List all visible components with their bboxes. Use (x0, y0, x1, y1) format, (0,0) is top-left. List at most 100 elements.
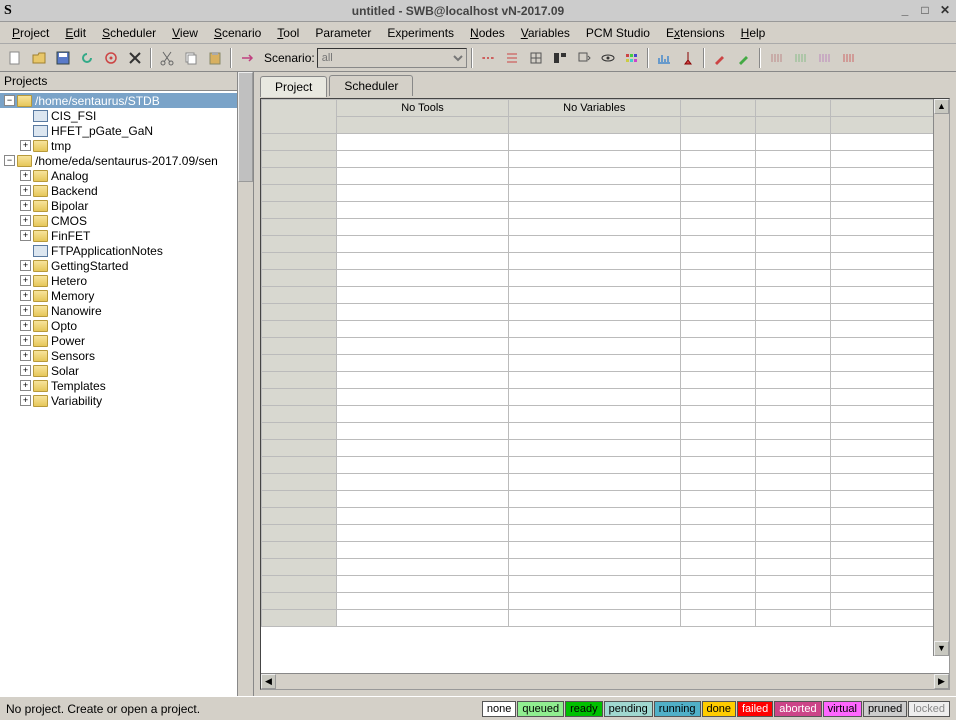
table-row[interactable] (262, 525, 949, 542)
menu-variables[interactable]: Variables (515, 24, 576, 42)
tab-project[interactable]: Project (260, 76, 327, 97)
table-row[interactable] (262, 559, 949, 576)
grid-vertical-scrollbar[interactable]: ▲ ▼ (933, 99, 949, 656)
menu-experiments[interactable]: Experiments (381, 24, 460, 42)
expand-icon[interactable]: + (20, 350, 31, 361)
tree-item[interactable]: −/home/eda/sentaurus-2017.09/sen (0, 153, 237, 168)
menu-parameter[interactable]: Parameter (309, 24, 377, 42)
scroll-up-icon[interactable]: ▲ (934, 99, 949, 114)
minimize-button[interactable]: _ (898, 4, 912, 18)
tree-item[interactable]: +Sensors (0, 348, 237, 363)
new-icon[interactable] (4, 47, 26, 69)
table-row[interactable] (262, 593, 949, 610)
expand-icon[interactable]: + (20, 395, 31, 406)
tree-item[interactable]: FTPApplicationNotes (0, 243, 237, 258)
expand-icon[interactable]: + (20, 305, 31, 316)
tree-item[interactable]: +GettingStarted (0, 258, 237, 273)
scroll-left-icon[interactable]: ◀ (261, 674, 276, 689)
project-grid[interactable]: No ToolsNo Variables (261, 99, 949, 627)
project-tree[interactable]: −/home/sentaurus/STDBCIS_FSIHFET_pGate_G… (0, 91, 237, 696)
collapse-icon[interactable]: − (4, 155, 15, 166)
tree-item[interactable]: +Analog (0, 168, 237, 183)
tab-scheduler[interactable]: Scheduler (329, 75, 413, 96)
table-row[interactable] (262, 474, 949, 491)
pin-icon[interactable] (677, 47, 699, 69)
save-icon[interactable] (52, 47, 74, 69)
mark-d-icon[interactable] (837, 47, 859, 69)
open-icon[interactable] (28, 47, 50, 69)
tree-item[interactable]: +Power (0, 333, 237, 348)
table-row[interactable] (262, 372, 949, 389)
table-row[interactable] (262, 491, 949, 508)
table-row[interactable] (262, 576, 949, 593)
menu-view[interactable]: View (166, 24, 204, 42)
table-row[interactable] (262, 389, 949, 406)
tree-item[interactable]: +Bipolar (0, 198, 237, 213)
menu-project[interactable]: Project (6, 24, 55, 42)
tool-grid-icon[interactable] (525, 47, 547, 69)
menu-scenario[interactable]: Scenario (208, 24, 267, 42)
table-row[interactable] (262, 185, 949, 202)
table-row[interactable] (262, 304, 949, 321)
menu-scheduler[interactable]: Scheduler (96, 24, 162, 42)
tree-item[interactable]: +Opto (0, 318, 237, 333)
table-row[interactable] (262, 457, 949, 474)
table-row[interactable] (262, 287, 949, 304)
menu-tool[interactable]: Tool (271, 24, 305, 42)
expand-icon[interactable]: + (20, 170, 31, 181)
table-row[interactable] (262, 338, 949, 355)
table-row[interactable] (262, 423, 949, 440)
table-row[interactable] (262, 440, 949, 457)
table-row[interactable] (262, 270, 949, 287)
expand-icon[interactable]: + (20, 185, 31, 196)
palette-icon[interactable] (621, 47, 643, 69)
table-row[interactable] (262, 355, 949, 372)
expand-icon[interactable]: + (20, 335, 31, 346)
table-row[interactable] (262, 236, 949, 253)
tool-drop-icon[interactable] (573, 47, 595, 69)
mark-a-icon[interactable] (765, 47, 787, 69)
expand-icon[interactable]: + (20, 230, 31, 241)
tree-item[interactable]: +Hetero (0, 273, 237, 288)
table-row[interactable] (262, 134, 949, 151)
tree-item[interactable]: +CMOS (0, 213, 237, 228)
expand-icon[interactable]: + (20, 365, 31, 376)
tree-item[interactable]: −/home/sentaurus/STDB (0, 93, 237, 108)
menu-extensions[interactable]: Extensions (660, 24, 731, 42)
table-row[interactable] (262, 219, 949, 236)
grid-horizontal-scrollbar[interactable]: ◀ ▶ (261, 673, 949, 689)
table-row[interactable] (262, 508, 949, 525)
table-row[interactable] (262, 253, 949, 270)
table-row[interactable] (262, 542, 949, 559)
tool-layout-icon[interactable] (549, 47, 571, 69)
scenario-select[interactable]: all (317, 48, 467, 68)
tree-item[interactable]: +Variability (0, 393, 237, 408)
table-row[interactable] (262, 202, 949, 219)
tool-b-icon[interactable] (501, 47, 523, 69)
expand-icon[interactable]: + (20, 290, 31, 301)
expand-icon[interactable]: + (20, 320, 31, 331)
menu-pcm-studio[interactable]: PCM Studio (580, 24, 656, 42)
refresh-icon[interactable] (76, 47, 98, 69)
expand-icon[interactable]: + (20, 260, 31, 271)
target-icon[interactable] (100, 47, 122, 69)
table-row[interactable] (262, 168, 949, 185)
table-row[interactable] (262, 151, 949, 168)
tree-item[interactable]: +Memory (0, 288, 237, 303)
scroll-down-icon[interactable]: ▼ (934, 641, 949, 656)
tree-item[interactable]: +Templates (0, 378, 237, 393)
run-icon[interactable] (236, 47, 258, 69)
table-row[interactable] (262, 321, 949, 338)
mark-c-icon[interactable] (813, 47, 835, 69)
expand-icon[interactable]: + (20, 215, 31, 226)
tree-item[interactable]: HFET_pGate_GaN (0, 123, 237, 138)
tree-item[interactable]: +Backend (0, 183, 237, 198)
mark-b-icon[interactable] (789, 47, 811, 69)
tree-item[interactable]: +tmp (0, 138, 237, 153)
tree-item[interactable]: CIS_FSI (0, 108, 237, 123)
expand-icon[interactable]: + (20, 275, 31, 286)
expand-icon[interactable]: + (20, 200, 31, 211)
maximize-button[interactable]: □ (918, 4, 932, 18)
tree-item[interactable]: +Solar (0, 363, 237, 378)
chart-icon[interactable] (653, 47, 675, 69)
